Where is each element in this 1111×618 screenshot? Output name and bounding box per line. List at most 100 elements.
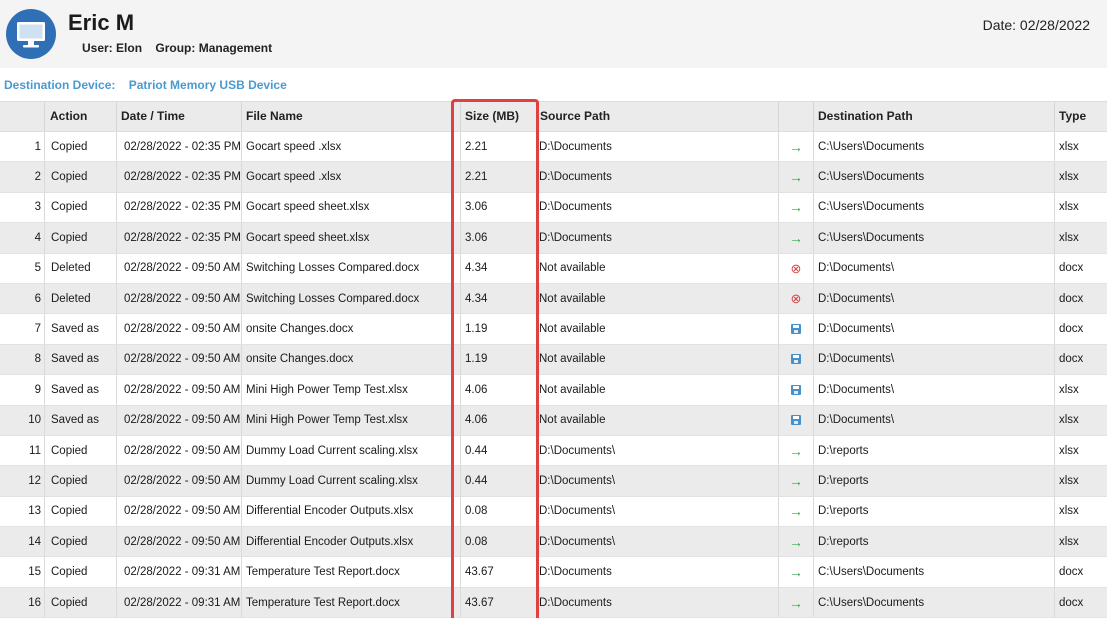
row-filename: Gocart speed sheet.xlsx — [241, 192, 460, 223]
row-destination-path: C:\Users\Documents — [813, 223, 1054, 253]
row-action-icon: → — [778, 435, 813, 466]
table-row[interactable]: 9 Saved as 02/28/2022 - 09:50 AM Mini High … — [0, 375, 1107, 406]
row-type: xlsx — [1054, 223, 1107, 253]
row-size: 2.21 — [460, 162, 536, 192]
row-datetime: 02/28/2022 - 02:35 PM — [116, 132, 241, 162]
col-header-type[interactable]: Type — [1054, 102, 1107, 131]
table-row[interactable]: 15 Copied 02/28/2022 - 09:31 AM Temperature… — [0, 557, 1107, 588]
green-arrow-right-icon: → — [789, 533, 803, 550]
row-index: 4 — [34, 231, 41, 244]
row-filename: Switching Losses Compared.docx — [241, 253, 460, 283]
row-datetime: 02/28/2022 - 09:50 AM — [116, 314, 241, 344]
col-header-destination[interactable]: Destination Path — [813, 102, 1054, 131]
row-source-path: D:\Documents — [536, 192, 778, 223]
row-index: 1 — [34, 140, 41, 153]
row-datetime: 02/28/2022 - 02:35 PM — [116, 192, 241, 223]
table-row[interactable]: 5 Deleted 02/28/2022 - 09:50 AM Switching L… — [0, 253, 1107, 284]
row-action: Saved as — [44, 405, 116, 435]
row-destination-path: C:\Users\Documents — [813, 162, 1054, 192]
row-index: 10 — [28, 414, 41, 427]
row-size: 0.08 — [460, 527, 536, 557]
row-type: docx — [1054, 557, 1107, 587]
row-action: Deleted — [44, 253, 116, 283]
row-source-path: D:\Documents\ — [536, 496, 778, 527]
table-header: Action Date / Time File Name Size (MB) S… — [0, 101, 1107, 132]
row-type: docx — [1054, 314, 1107, 344]
row-size: 2.21 — [460, 132, 536, 162]
row-destination-path: D:\reports — [813, 466, 1054, 496]
row-action: Copied — [44, 132, 116, 162]
col-header-source[interactable]: Source Path — [536, 102, 778, 131]
row-index: 15 — [28, 566, 41, 579]
table-row[interactable]: 14 Copied 02/28/2022 - 09:50 AM Differentia… — [0, 527, 1107, 558]
row-filename: Dummy Load Current scaling.xlsx — [241, 435, 460, 466]
row-source-path: Not available — [536, 344, 778, 375]
destination-device: Destination Device: Patriot Memory USB D… — [4, 78, 287, 92]
row-filename: Differential Encoder Outputs.xlsx — [241, 527, 460, 557]
row-size: 1.19 — [460, 314, 536, 344]
row-index: 13 — [28, 505, 41, 518]
table-row[interactable]: 13 Copied 02/28/2022 - 09:50 AM Differentia… — [0, 496, 1107, 528]
green-arrow-right-icon: → — [789, 169, 803, 186]
row-action: Saved as — [44, 344, 116, 375]
user-label: User: — [82, 41, 113, 55]
green-arrow-right-icon: → — [789, 594, 803, 611]
green-arrow-right-icon: → — [789, 503, 803, 520]
green-arrow-right-icon: → — [789, 229, 803, 246]
table-row[interactable]: 10 Saved as 02/28/2022 - 09:50 AM Mini High… — [0, 405, 1107, 436]
row-index: 12 — [28, 474, 41, 487]
row-destination-path: D:\Documents\ — [813, 283, 1054, 314]
row-size: 4.34 — [460, 253, 536, 283]
table-row[interactable]: 12 Copied 02/28/2022 - 09:50 AM Dummy Load … — [0, 466, 1107, 497]
user-value: Elon — [116, 41, 143, 55]
row-action: Deleted — [44, 283, 116, 314]
table-row[interactable]: 7 Saved as 02/28/2022 - 09:50 AM onsite Cha… — [0, 314, 1107, 345]
row-filename: Differential Encoder Outputs.xlsx — [241, 496, 460, 527]
row-datetime: 02/28/2022 - 02:35 PM — [116, 223, 241, 253]
row-filename: Mini High Power Temp Test.xlsx — [241, 405, 460, 435]
row-destination-path: D:\reports — [813, 496, 1054, 527]
row-action: Saved as — [44, 375, 116, 405]
table-row[interactable]: 4 Copied 02/28/2022 - 02:35 PM Gocart speed… — [0, 223, 1107, 254]
table-row[interactable]: 6 Deleted 02/28/2022 - 09:50 AM Switching L… — [0, 283, 1107, 315]
row-action: Copied — [44, 223, 116, 253]
row-filename: Dummy Load Current scaling.xlsx — [241, 466, 460, 496]
table-row[interactable]: 2 Copied 02/28/2022 - 02:35 PM Gocart speed… — [0, 162, 1107, 193]
table-row[interactable]: 11 Copied 02/28/2022 - 09:50 AM Dummy Load … — [0, 435, 1107, 467]
row-source-path: Not available — [536, 314, 778, 344]
row-filename: Temperature Test Report.docx — [241, 587, 460, 618]
row-index: 2 — [34, 171, 41, 184]
col-header-datetime[interactable]: Date / Time — [116, 102, 241, 131]
row-datetime: 02/28/2022 - 09:50 AM — [116, 375, 241, 405]
user-name: Eric M — [68, 10, 135, 35]
row-datetime: 02/28/2022 - 09:50 AM — [116, 527, 241, 557]
table-row[interactable]: 8 Saved as 02/28/2022 - 09:50 AM onsite Cha… — [0, 344, 1107, 376]
row-type: xlsx — [1054, 132, 1107, 162]
row-size: 0.08 — [460, 496, 536, 527]
row-action-icon: → — [778, 132, 813, 162]
row-action-icon: → — [778, 192, 813, 223]
table-row[interactable]: 16 Copied 02/28/2022 - 09:31 AM Temperature… — [0, 587, 1107, 618]
col-header-filename[interactable]: File Name — [241, 102, 460, 131]
row-source-path: Not available — [536, 253, 778, 283]
col-header-action[interactable]: Action — [44, 102, 116, 131]
row-destination-path: C:\Users\Documents — [813, 587, 1054, 618]
row-datetime: 02/28/2022 - 02:35 PM — [116, 162, 241, 192]
row-size: 3.06 — [460, 192, 536, 223]
row-source-path: D:\Documents\ — [536, 527, 778, 557]
col-header-size[interactable]: Size (MB) — [460, 102, 536, 131]
row-filename: Switching Losses Compared.docx — [241, 283, 460, 314]
row-destination-path: D:\Documents\ — [813, 405, 1054, 435]
row-type: xlsx — [1054, 496, 1107, 527]
row-action-icon: → — [778, 527, 813, 557]
table-row[interactable]: 1 Copied 02/28/2022 - 02:35 PM Gocart speed… — [0, 132, 1107, 163]
col-header-icon — [778, 102, 813, 131]
row-datetime: 02/28/2022 - 09:50 AM — [116, 405, 241, 435]
table-row[interactable]: 3 Copied 02/28/2022 - 02:35 PM Gocart speed… — [0, 192, 1107, 224]
row-filename: Gocart speed sheet.xlsx — [241, 223, 460, 253]
row-action: Saved as — [44, 314, 116, 344]
row-source-path: Not available — [536, 283, 778, 314]
row-filename: Gocart speed .xlsx — [241, 162, 460, 192]
row-type: xlsx — [1054, 435, 1107, 466]
activity-table: Action Date / Time File Name Size (MB) S… — [0, 101, 1107, 618]
